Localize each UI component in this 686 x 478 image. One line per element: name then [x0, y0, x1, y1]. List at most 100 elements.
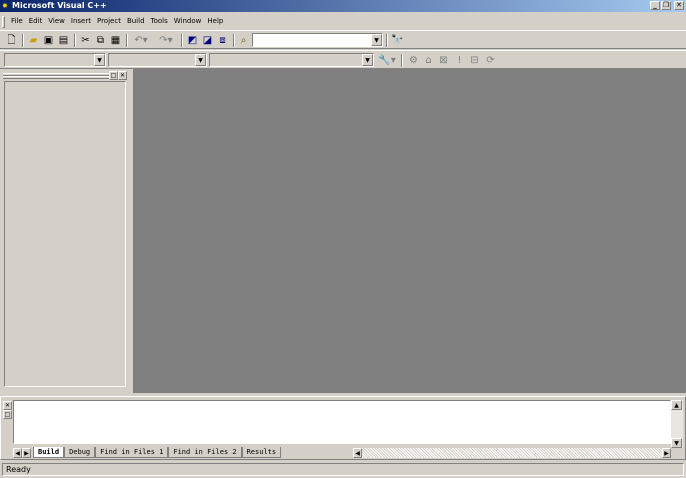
save-all-icon: ▤ — [58, 35, 69, 46]
mdi-client-area[interactable] — [133, 69, 686, 393]
members-combo[interactable]: ▼ — [209, 53, 374, 67]
build-button[interactable]: ⌂ — [421, 53, 436, 68]
toolbar-separator — [386, 34, 388, 47]
search-button[interactable]: 🔭 — [390, 33, 405, 48]
close-button[interactable]: ✕ — [674, 1, 684, 10]
menu-help[interactable]: Help — [204, 17, 226, 26]
cut-icon: ✂ — [81, 35, 90, 46]
members-combo-dropdown[interactable]: ▼ — [362, 54, 373, 66]
menu-build[interactable]: Build — [124, 17, 148, 26]
status-bar: Ready — [0, 461, 686, 478]
menubar-grip[interactable] — [2, 16, 5, 28]
hscroll-left-button[interactable]: ◀ — [353, 448, 362, 458]
chevron-left-icon: ◀ — [15, 450, 20, 457]
compile-button[interactable]: ⚙ — [406, 53, 421, 68]
chevron-down-icon: ▼ — [198, 57, 203, 64]
copy-button[interactable]: ⧉ — [93, 33, 108, 48]
close-icon: ✕ — [119, 72, 126, 79]
output-button[interactable]: ◪ — [200, 33, 215, 48]
chevron-left-icon: ◀ — [355, 450, 360, 457]
new-text-file-button[interactable]: 🗋 — [4, 33, 19, 48]
output-gripper[interactable]: ✕ □ — [3, 399, 12, 459]
output-pane: ✕ □ ▲ ▼ ◀ ▶ Build Debug Find in Files 1 … — [0, 396, 686, 460]
tab-debug[interactable]: Debug — [64, 447, 96, 458]
pane-gripper[interactable] — [3, 76, 109, 79]
menu-insert[interactable]: Insert — [68, 17, 94, 26]
go-button[interactable]: ⟳ — [483, 53, 498, 68]
chevron-up-icon: ▲ — [674, 402, 679, 409]
paste-button[interactable]: ▦ — [108, 33, 123, 48]
window-title: Microsoft Visual C++ — [12, 1, 107, 10]
menu-tools[interactable]: Tools — [148, 17, 171, 26]
wizard-bar: ▼ ▼ ▼ 🔧▾ ⚙ ⌂ ⊠ ! ⊟ ⟳ — [0, 50, 686, 69]
stop-build-icon: ⊠ — [439, 55, 448, 66]
output-horizontal-scrollbar[interactable]: ◀ ▶ — [353, 448, 671, 458]
execute-icon: ! — [457, 55, 462, 66]
pane-close-button[interactable]: ✕ — [118, 71, 127, 80]
undo-icon: ↶▾ — [134, 35, 148, 46]
title-bar[interactable]: ✸ Microsoft Visual C++ _ ❐ ✕ — [0, 0, 686, 12]
insert-breakpoint-button[interactable]: ⊟ — [467, 53, 482, 68]
window-list-button[interactable]: ⧈ — [215, 33, 230, 48]
wizard-action-button[interactable]: 🔧▾ — [377, 53, 397, 68]
class-combo[interactable]: ▼ — [4, 53, 106, 67]
tab-scroll-right[interactable]: ▶ — [22, 448, 31, 458]
menu-project[interactable]: Project — [94, 17, 124, 26]
insert-breakpoint-icon: ⊟ — [470, 55, 479, 66]
find-combo[interactable]: ▼ — [252, 33, 383, 47]
workspace-button[interactable]: ◩ — [185, 33, 200, 48]
tab-find-in-files-1[interactable]: Find in Files 1 — [95, 447, 169, 458]
undo-button[interactable]: ↶▾ — [130, 33, 152, 48]
output-maximize-button[interactable]: □ — [3, 410, 12, 419]
toolbar-separator — [22, 34, 24, 47]
menu-edit[interactable]: Edit — [26, 17, 46, 26]
paste-icon: ▦ — [110, 35, 121, 46]
find-in-files-button[interactable]: ⌕ — [236, 33, 251, 48]
output-icon: ◪ — [202, 35, 213, 46]
hscroll-right-button[interactable]: ▶ — [662, 448, 671, 458]
save-all-button[interactable]: ▤ — [56, 33, 71, 48]
compile-icon: ⚙ — [409, 55, 418, 66]
restore-icon: ❐ — [662, 1, 670, 9]
scroll-up-button[interactable]: ▲ — [671, 400, 682, 410]
workspace-view[interactable] — [4, 81, 126, 387]
menu-view[interactable]: View — [45, 17, 68, 26]
filter-combo-dropdown[interactable]: ▼ — [195, 54, 206, 66]
cut-button[interactable]: ✂ — [78, 33, 93, 48]
vc-app-icon[interactable]: ✸ — [2, 2, 11, 10]
chevron-down-icon: ▼ — [97, 57, 102, 64]
toolbar-separator — [74, 34, 76, 47]
close-icon: ✕ — [4, 402, 11, 409]
save-icon: ▣ — [43, 35, 54, 46]
output-vertical-scrollbar[interactable]: ▲ ▼ — [671, 400, 683, 448]
output-close-button[interactable]: ✕ — [3, 401, 12, 410]
open-icon: ▰ — [29, 35, 38, 46]
class-combo-dropdown[interactable]: ▼ — [94, 54, 105, 66]
save-button[interactable]: ▣ — [41, 33, 56, 48]
maximize-icon: □ — [4, 411, 11, 418]
maximize-button[interactable]: ❐ — [661, 1, 671, 10]
go-icon: ⟳ — [486, 55, 495, 66]
chevron-down-icon: ▼ — [365, 57, 370, 64]
tab-find-in-files-2[interactable]: Find in Files 2 — [168, 447, 242, 458]
stop-build-button[interactable]: ⊠ — [436, 53, 451, 68]
pane-maximize-button[interactable]: □ — [109, 71, 118, 80]
build-icon: ⌂ — [425, 55, 432, 66]
menu-file[interactable]: File — [8, 17, 26, 26]
filter-combo[interactable]: ▼ — [108, 53, 207, 67]
menu-window[interactable]: Window — [171, 17, 205, 26]
window-list-icon: ⧈ — [219, 35, 226, 46]
tab-scroll-left[interactable]: ◀ — [13, 448, 22, 458]
toolbar-separator — [233, 34, 235, 47]
minimize-button[interactable]: _ — [650, 1, 660, 10]
maximize-icon: □ — [110, 72, 117, 79]
tab-build[interactable]: Build — [33, 447, 65, 458]
chevron-down-icon: ▼ — [674, 440, 679, 447]
execute-button[interactable]: ! — [452, 53, 467, 68]
open-button[interactable]: ▰ — [26, 33, 41, 48]
tab-results[interactable]: Results — [241, 447, 282, 458]
redo-button[interactable]: ↷▾ — [155, 33, 177, 48]
output-tabs: ◀ ▶ Build Debug Find in Files 1 Find in … — [13, 447, 683, 459]
find-combo-dropdown[interactable]: ▼ — [371, 34, 382, 46]
output-text[interactable] — [13, 400, 671, 444]
